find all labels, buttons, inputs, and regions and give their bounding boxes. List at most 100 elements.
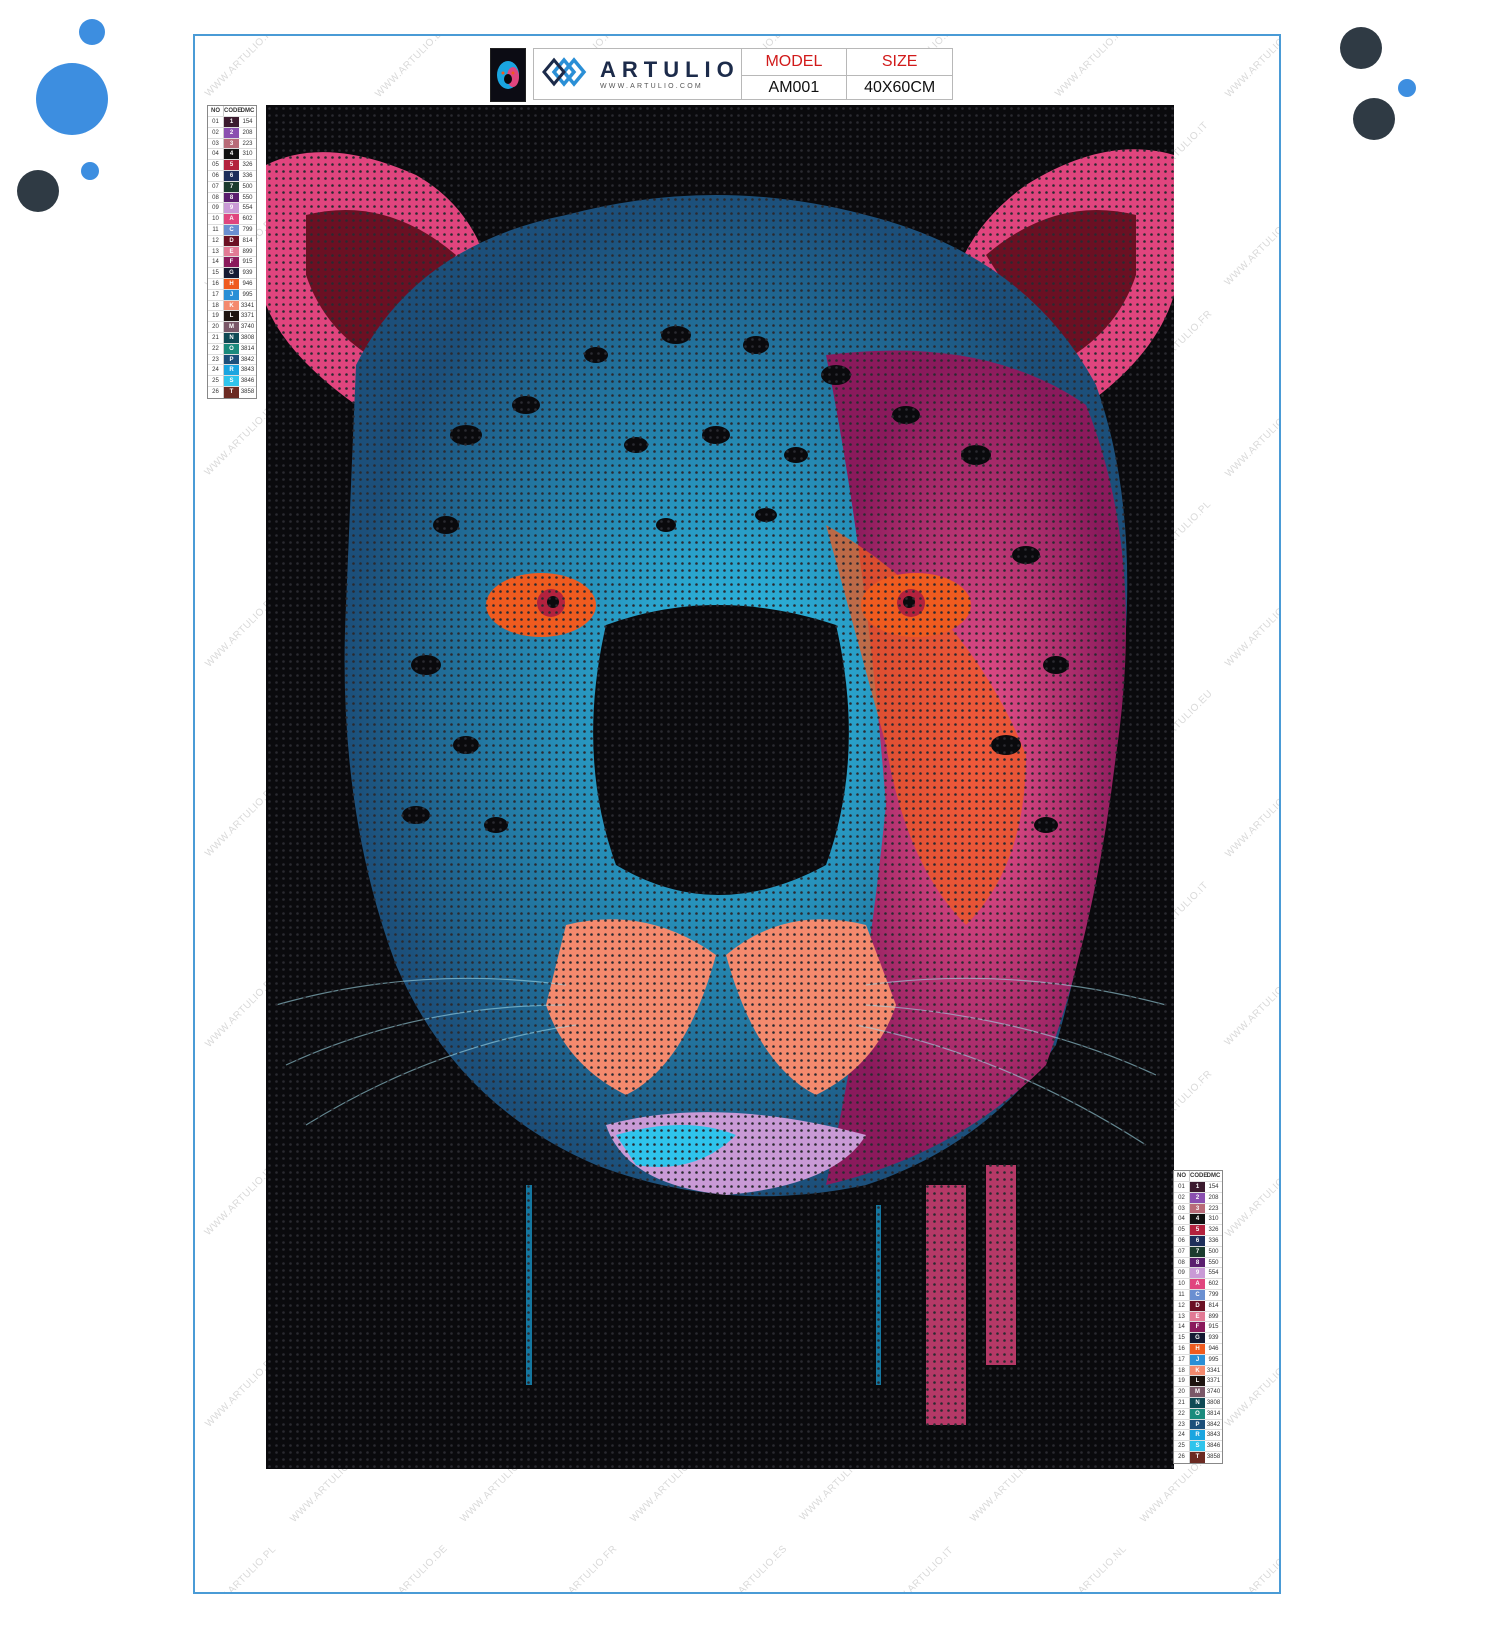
legend-row: 20 M 3740 — [208, 322, 256, 333]
legend-dmc: 915 — [242, 259, 253, 266]
legend-dmc: 814 — [242, 237, 253, 244]
legend-row: 10 A 602 — [1174, 1279, 1222, 1290]
legend-code-swatch: M — [224, 322, 239, 332]
legend-row: 18 K 3341 — [1174, 1365, 1222, 1377]
legend-dmc: 3341 — [240, 302, 255, 309]
legend-no: 08 — [1174, 1257, 1190, 1268]
watermark-text: WWW.ARTULIO.NL — [1053, 1543, 1129, 1594]
legend-dmc: 3842 — [1206, 1421, 1221, 1428]
legend-row: 06 6 336 — [208, 170, 256, 182]
legend-dmc: 995 — [1208, 1356, 1219, 1363]
legend-row: 22 O 3814 — [1174, 1408, 1222, 1420]
legend-dmc: 554 — [242, 205, 253, 212]
legend-no: 13 — [208, 246, 224, 257]
legend-row: 12 D 814 — [208, 235, 256, 247]
model-value: AM001 — [768, 78, 820, 96]
legend-no: 13 — [1174, 1311, 1190, 1322]
legend-row: 20 M 3740 — [1174, 1387, 1222, 1398]
legend-header-cell: CODE — [224, 108, 242, 114]
legend-dmc: 3740 — [240, 324, 255, 331]
legend-dmc: 995 — [242, 291, 253, 298]
legend-row: 06 6 336 — [1174, 1235, 1222, 1247]
legend-dmc: 500 — [1208, 1248, 1219, 1255]
legend-row: 24 R 3843 — [208, 365, 256, 377]
legend-dmc: 3341 — [1206, 1367, 1221, 1374]
watermark-text: WWW.ARTULIO.DE — [373, 34, 450, 100]
legend-code-swatch: 2 — [1190, 1192, 1205, 1203]
legend-code-swatch: H — [1190, 1343, 1205, 1354]
legend-code-swatch: T — [1190, 1451, 1205, 1463]
legend-row: 14 F 915 — [208, 257, 256, 269]
decor-dot — [81, 162, 99, 180]
legend-code-swatch: R — [224, 365, 239, 376]
legend-dmc: 899 — [1208, 1313, 1219, 1320]
legend-no: 08 — [208, 192, 224, 203]
legend-code-swatch: 5 — [224, 160, 239, 170]
decor-dot — [1353, 98, 1395, 140]
legend-no: 10 — [1174, 1279, 1190, 1289]
legend-no: 12 — [1174, 1300, 1190, 1311]
legend-dmc: 336 — [1208, 1237, 1219, 1244]
legend-no: 21 — [208, 332, 224, 343]
watermark-text: WWW.ARTULIO.FR — [543, 1543, 620, 1594]
legend-row: 13 E 899 — [208, 246, 256, 258]
decor-dot — [1340, 27, 1382, 69]
legend-row: 26 T 3858 — [208, 386, 256, 398]
legend-row: 23 P 3842 — [208, 354, 256, 366]
legend-code-swatch: 1 — [1190, 1182, 1205, 1192]
diamond-logo-icon — [540, 50, 594, 99]
legend-code-swatch: 9 — [224, 203, 239, 214]
legend-no: 02 — [208, 127, 224, 138]
legend-code-swatch: 9 — [1190, 1268, 1205, 1279]
legend-dmc: 946 — [1208, 1345, 1219, 1352]
legend-no: 19 — [208, 311, 224, 322]
decor-dot — [79, 19, 105, 45]
decor-dot — [1398, 79, 1416, 97]
legend-no: 03 — [208, 138, 224, 149]
legend-no: 06 — [1174, 1235, 1190, 1246]
legend-row: 01 1 154 — [208, 117, 256, 128]
legend-dmc: 3808 — [240, 334, 255, 341]
legend-no: 04 — [208, 149, 224, 160]
legend-row: 25 S 3846 — [1174, 1441, 1222, 1452]
legend-no: 07 — [208, 181, 224, 192]
legend-row: 04 4 310 — [208, 149, 256, 161]
watermark-text: WWW.ARTULIO.IT — [1222, 214, 1281, 289]
legend-row: 21 N 3808 — [208, 332, 256, 344]
legend-dmc: 208 — [242, 129, 253, 136]
legend-row: 11 C 799 — [208, 224, 256, 236]
legend-row: 26 T 3858 — [1174, 1451, 1222, 1463]
legend-row: 10 A 602 — [208, 214, 256, 225]
legend-dmc: 939 — [242, 270, 253, 277]
legend-no: 15 — [208, 268, 224, 278]
legend-dmc: 3843 — [240, 367, 255, 374]
legend-code-swatch: 1 — [224, 117, 239, 127]
legend-row: 04 4 310 — [1174, 1214, 1222, 1226]
legend-row: 23 P 3842 — [1174, 1419, 1222, 1431]
legend-dmc: 326 — [242, 162, 253, 169]
legend-code-swatch: 4 — [224, 149, 239, 160]
model-column: MODEL AM001 — [741, 49, 848, 99]
size-column: SIZE 40X60CM — [847, 49, 953, 99]
legend-dmc: 310 — [1208, 1216, 1219, 1223]
legend-no: 23 — [208, 354, 224, 365]
legend-code-swatch: K — [224, 300, 239, 311]
legend-row: 13 E 899 — [1174, 1311, 1222, 1323]
legend-no: 11 — [208, 224, 224, 235]
legend-row: 14 F 915 — [1174, 1322, 1222, 1334]
legend-no: 03 — [1174, 1203, 1190, 1214]
legend-no: 16 — [208, 278, 224, 289]
watermark-text: WWW.ARTULIO.IT — [202, 404, 276, 479]
legend-dmc: 550 — [242, 194, 253, 201]
legend-header: NO CODE DMC — [1174, 1171, 1222, 1182]
legend-code-swatch: D — [1190, 1300, 1205, 1311]
legend-no: 16 — [1174, 1343, 1190, 1354]
legend-row: 16 H 946 — [208, 278, 256, 290]
legend-no: 22 — [1174, 1408, 1190, 1419]
legend-no: 14 — [1174, 1322, 1190, 1333]
legend-no: 26 — [1174, 1451, 1190, 1463]
watermark-text: WWW.ARTULIO.PL — [1223, 593, 1281, 670]
legend-code-swatch: T — [224, 386, 239, 398]
legend-code-swatch: O — [1190, 1408, 1205, 1419]
legend-no: 09 — [1174, 1268, 1190, 1279]
